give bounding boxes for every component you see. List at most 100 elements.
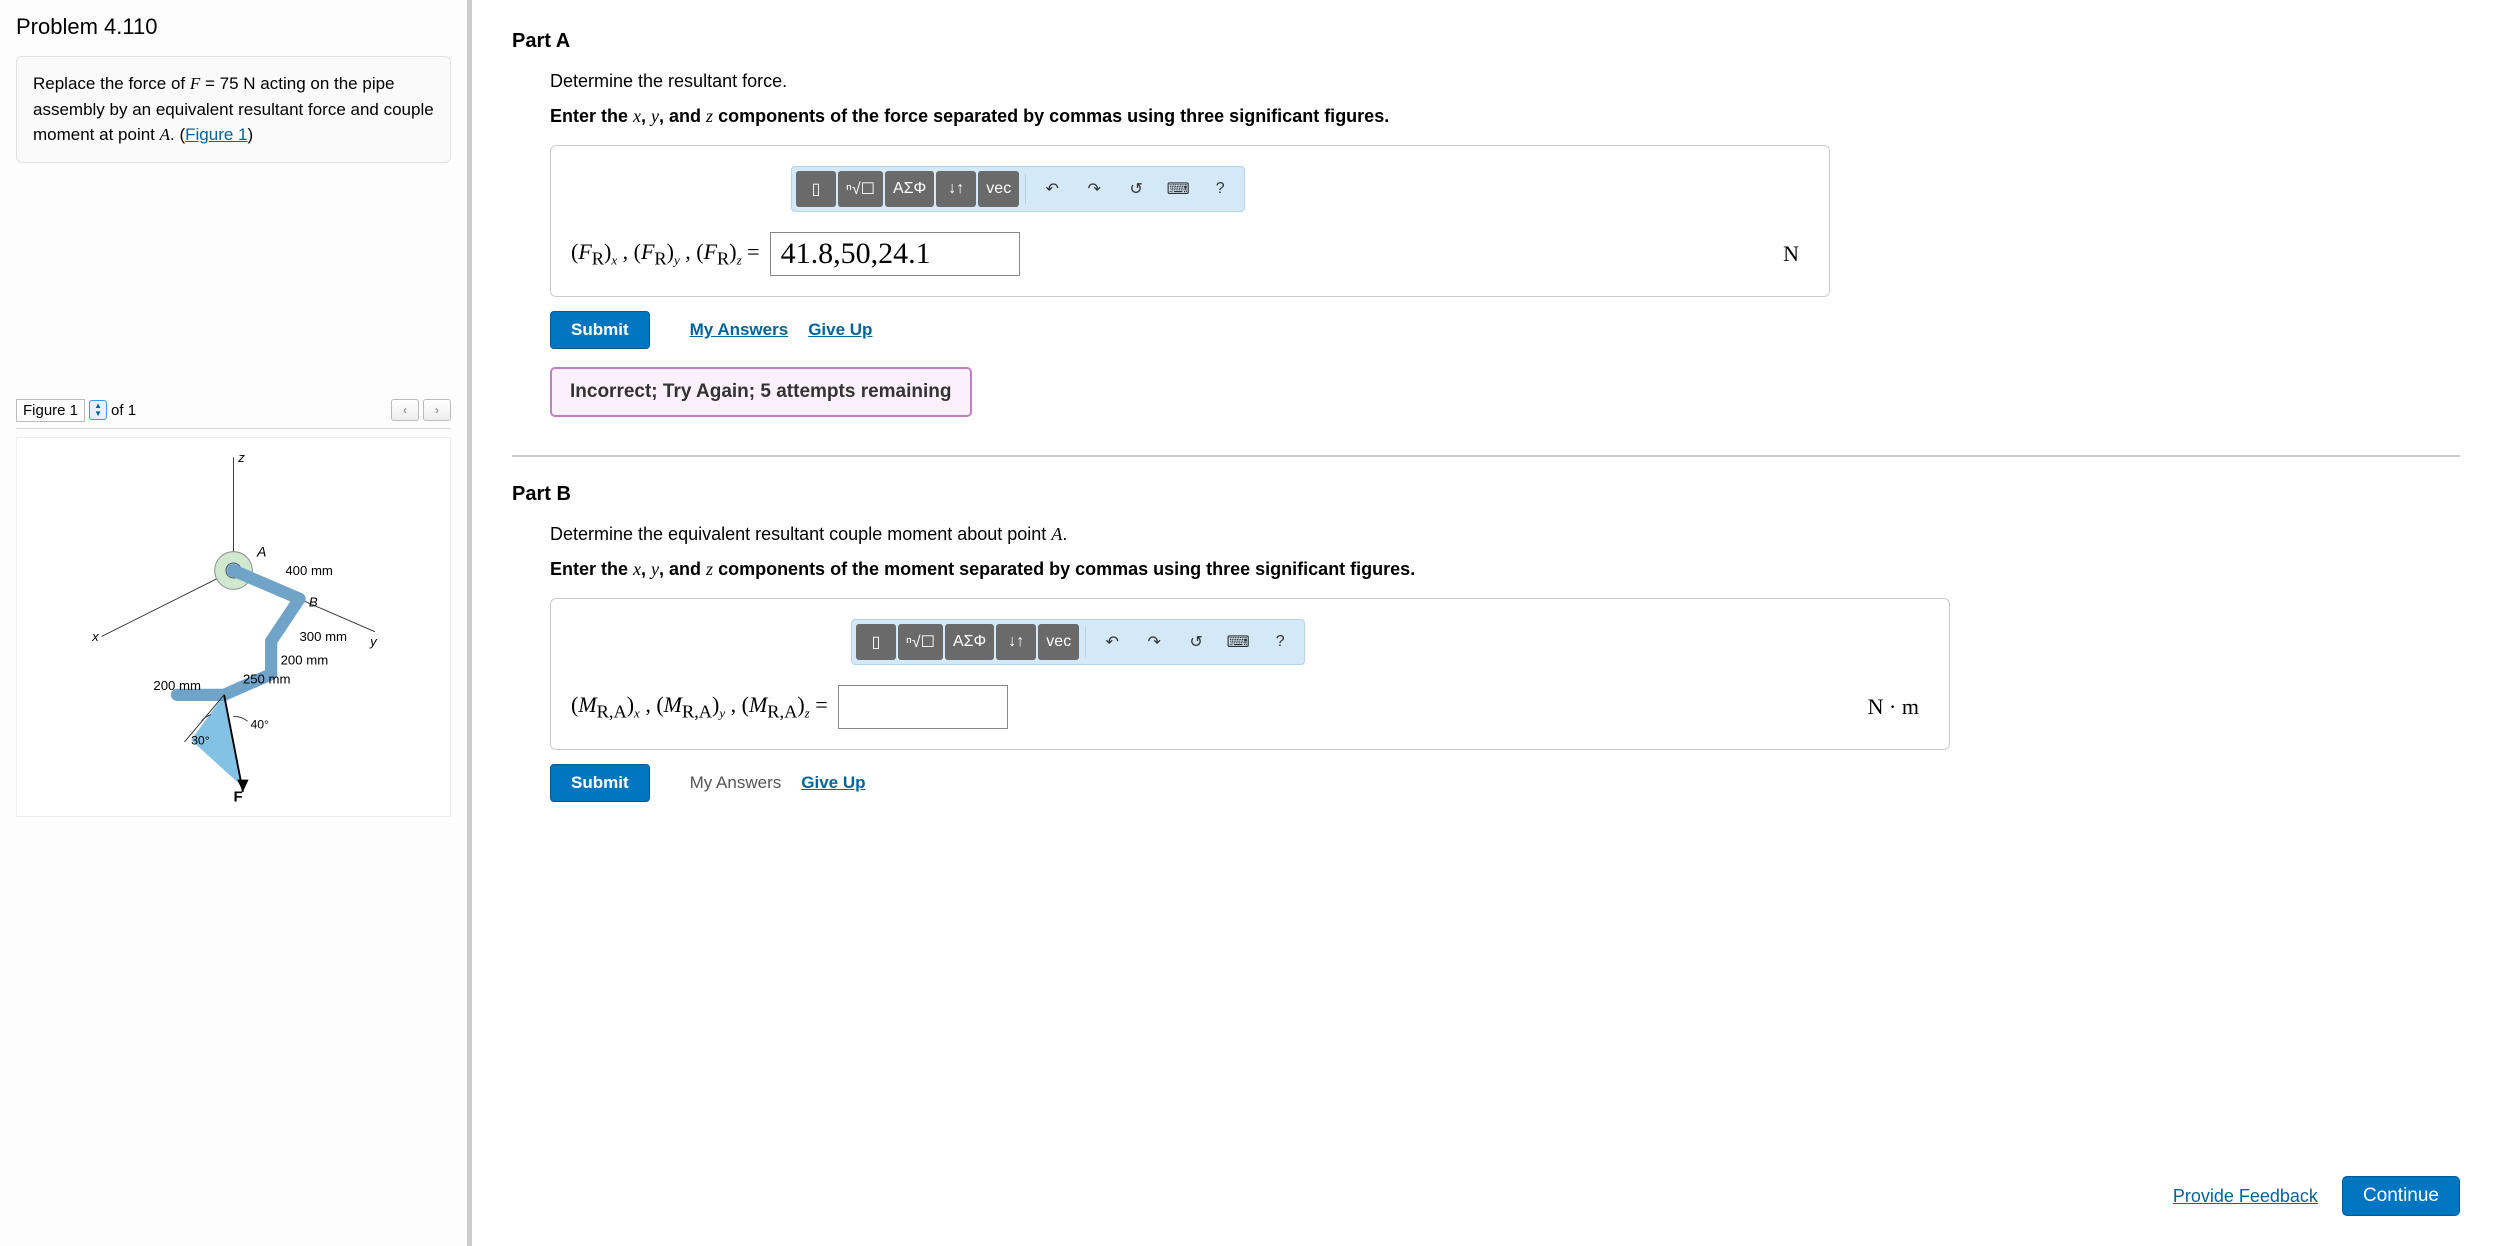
figure-prev-button[interactable]: ‹: [391, 399, 419, 421]
partb-sub-pre: Determine the equivalent resultant coupl…: [550, 524, 1051, 544]
var-x-b: x: [633, 559, 641, 579]
part-a-answer-box: ▯ ⁿ√☐ ΑΣΦ ↓↑ vec ↶ ↷ ↺ ⌨ ? (FR)x , (FR)y…: [550, 145, 1830, 297]
undo-button-b[interactable]: ↶: [1092, 624, 1132, 660]
subsup-button[interactable]: ↓↑: [936, 171, 976, 207]
part-b-title: Part B: [512, 483, 2460, 506]
my-answers-link-a[interactable]: My Answers: [690, 320, 789, 340]
point-B: B: [309, 594, 318, 609]
reset-button-b[interactable]: ↺: [1176, 624, 1216, 660]
point-A: A: [256, 543, 266, 559]
var-z-b: z: [706, 559, 713, 579]
figure-link[interactable]: Figure 1: [185, 125, 247, 144]
part-a-sub: Determine the resultant force.: [550, 71, 2460, 92]
var-and-b: , and: [659, 559, 706, 579]
var-z: z: [706, 106, 713, 126]
figure-panel: Figure 1 ▲ ▼ of 1 ‹ › z x y: [16, 393, 451, 817]
toolbar-separator-b: [1085, 627, 1086, 657]
figure-next-button[interactable]: ›: [423, 399, 451, 421]
provide-feedback-link[interactable]: Provide Feedback: [2173, 1186, 2318, 1207]
part-a-instr: Enter the x, y, and z components of the …: [550, 106, 2460, 127]
templates-button-b[interactable]: ▯: [856, 624, 896, 660]
part-a-unit: N: [1783, 241, 1799, 267]
dim-400: 400 mm: [285, 563, 333, 578]
part-b-answer-box: ▯ ⁿ√☐ ΑΣΦ ↓↑ vec ↶ ↷ ↺ ⌨ ? (MR,A)x , (MR…: [550, 598, 1950, 750]
figure-spinner[interactable]: ▲ ▼: [89, 400, 107, 420]
dim-200: 200 mm: [281, 652, 329, 667]
desc-point: A: [160, 125, 170, 144]
greek-button-b[interactable]: ΑΣΦ: [945, 624, 994, 660]
undo-button[interactable]: ↶: [1032, 171, 1072, 207]
partb-point: A: [1051, 524, 1062, 544]
figure-counter: of 1: [111, 402, 136, 419]
dim-200b: 200 mm: [153, 678, 201, 693]
angle-30: 30°: [191, 733, 210, 747]
keyboard-button-b[interactable]: ⌨: [1218, 624, 1258, 660]
greek-button[interactable]: ΑΣΦ: [885, 171, 934, 207]
instr-post-b: components of the moment separated by co…: [713, 559, 1415, 579]
angle-40: 40°: [250, 717, 269, 731]
chevron-down-icon: ▼: [94, 410, 102, 418]
part-b-input[interactable]: [838, 685, 1008, 729]
axis-y-label: y: [369, 633, 378, 648]
problem-description: Replace the force of F = 75 N acting on …: [16, 56, 451, 163]
dim-300: 300 mm: [299, 629, 347, 644]
equation-toolbar-a: ▯ ⁿ√☐ ΑΣΦ ↓↑ vec ↶ ↷ ↺ ⌨ ?: [791, 166, 1245, 212]
desc-close: ): [248, 125, 254, 144]
figure-header: Figure 1 ▲ ▼ of 1 ‹ ›: [16, 393, 451, 429]
var-y: y: [651, 106, 659, 126]
my-answers-text-b: My Answers: [690, 773, 782, 793]
instr-post: components of the force separated by com…: [713, 106, 1389, 126]
desc-force-eq: = 75 N: [200, 74, 255, 93]
help-button[interactable]: ?: [1200, 171, 1240, 207]
help-button-b[interactable]: ?: [1260, 624, 1300, 660]
templates-button[interactable]: ▯: [796, 171, 836, 207]
right-pane: Part A Determine the resultant force. En…: [472, 0, 2500, 1246]
part-a-input-row: (FR)x , (FR)y , (FR)z = N: [571, 232, 1799, 276]
root-button[interactable]: ⁿ√☐: [838, 171, 883, 207]
subsup-button-b[interactable]: ↓↑: [996, 624, 1036, 660]
dim-250: 250 mm: [243, 671, 291, 686]
submit-button-a[interactable]: Submit: [550, 311, 650, 349]
part-a-input[interactable]: [770, 232, 1020, 276]
root-button-b[interactable]: ⁿ√☐: [898, 624, 943, 660]
vec-button-b[interactable]: vec: [1038, 624, 1079, 660]
left-pane: Problem 4.110 Replace the force of F = 7…: [0, 0, 472, 1246]
give-up-link-b[interactable]: Give Up: [801, 773, 865, 793]
var-x: x: [633, 106, 641, 126]
instr-pre: Enter the: [550, 106, 633, 126]
var-and: , and: [659, 106, 706, 126]
part-a-lhs: (FR)x , (FR)y , (FR)z =: [571, 239, 760, 269]
force-F: F: [234, 788, 243, 805]
redo-button[interactable]: ↷: [1074, 171, 1114, 207]
var-y-b: y: [651, 559, 659, 579]
problem-title: Problem 4.110: [16, 14, 451, 40]
part-b-instr: Enter the x, y, and z components of the …: [550, 559, 2460, 580]
part-a-actions: Submit My Answers Give Up: [550, 311, 2460, 349]
equation-toolbar-b: ▯ ⁿ√☐ ΑΣΦ ↓↑ vec ↶ ↷ ↺ ⌨ ?: [851, 619, 1305, 665]
keyboard-button[interactable]: ⌨: [1158, 171, 1198, 207]
figure-label: Figure 1: [16, 399, 85, 422]
part-b-lhs: (MR,A)x , (MR,A)y , (MR,A)z =: [571, 692, 828, 722]
submit-button-b[interactable]: Submit: [550, 764, 650, 802]
part-divider: [512, 455, 2460, 457]
vec-button[interactable]: vec: [978, 171, 1019, 207]
part-b-actions: Submit My Answers Give Up: [550, 764, 2460, 802]
part-b-input-row: (MR,A)x , (MR,A)y , (MR,A)z = N · m: [571, 685, 1919, 729]
toolbar-separator: [1025, 174, 1026, 204]
axis-x-label: x: [91, 629, 99, 644]
part-b-sub: Determine the equivalent resultant coupl…: [550, 524, 2460, 545]
part-a-feedback: Incorrect; Try Again; 5 attempts remaini…: [550, 367, 972, 417]
desc-text: Replace the force of: [33, 74, 190, 93]
redo-button-b[interactable]: ↷: [1134, 624, 1174, 660]
axis-z-label: z: [237, 450, 245, 465]
partb-sub-post: .: [1062, 524, 1067, 544]
instr-pre-b: Enter the: [550, 559, 633, 579]
continue-button[interactable]: Continue: [2342, 1176, 2460, 1216]
reset-button[interactable]: ↺: [1116, 171, 1156, 207]
desc-post: . (: [170, 125, 185, 144]
give-up-link-a[interactable]: Give Up: [808, 320, 872, 340]
desc-force-var: F: [190, 74, 200, 93]
part-b-unit: N · m: [1868, 694, 1919, 720]
figure-image: z x y A 400 mm B 300 mm 200 mm 250 mm: [16, 437, 451, 817]
footer: Provide Feedback Continue: [2173, 1176, 2460, 1216]
